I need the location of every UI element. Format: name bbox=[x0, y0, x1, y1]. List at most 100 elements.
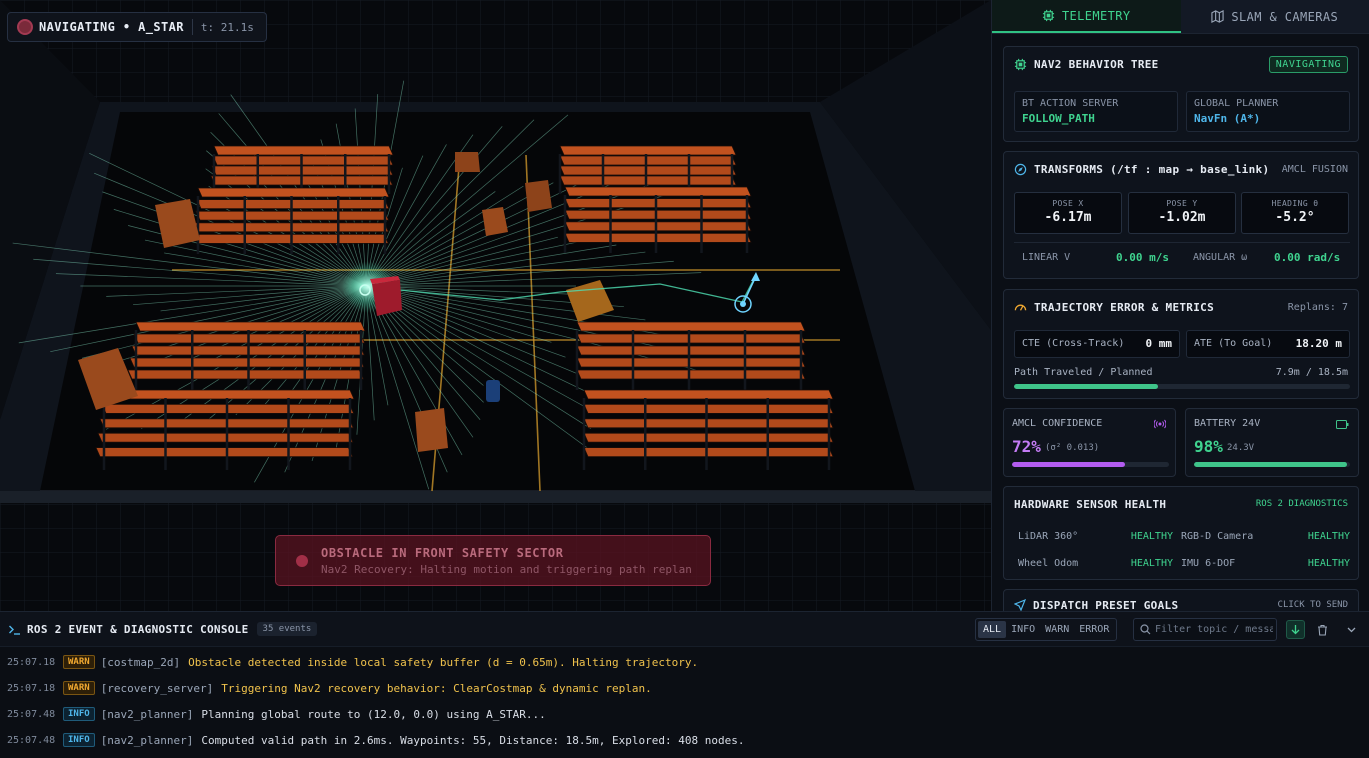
diagnostics-tag: ROS 2 DIAGNOSTICS bbox=[1255, 499, 1348, 509]
log-time: 25:07.18 bbox=[7, 656, 56, 668]
pose-x-value: -6.17m bbox=[1044, 210, 1092, 225]
log-time: 25:07.18 bbox=[7, 682, 56, 694]
transforms-source: AMCL FUSION bbox=[1281, 163, 1348, 175]
dynamic-obstacle bbox=[486, 380, 500, 402]
path-progress-bar bbox=[1014, 384, 1350, 389]
log-source: [costmap_2d] bbox=[100, 655, 181, 669]
bt-action-server: BT ACTION SERVER FOLLOW_PATH bbox=[1014, 91, 1178, 132]
search-icon bbox=[1140, 624, 1151, 635]
linear-velocity-value: 0.00 m/s bbox=[1116, 251, 1169, 264]
trajectory-card: TRAJECTORY ERROR & METRICS Replans: 7 CT… bbox=[1003, 289, 1359, 399]
dispatch-goals-card[interactable]: DISPATCH PRESET GOALS CLICK TO SEND bbox=[1003, 589, 1359, 611]
sensor-name: IMU 6-DOF bbox=[1181, 558, 1236, 569]
log-level-badge: INFO bbox=[63, 707, 95, 721]
signal-icon bbox=[1154, 419, 1166, 429]
sensor-rgbd-camera: RGB-D Camera HEALTHY bbox=[1181, 531, 1358, 542]
heading-value: -5.2° bbox=[1275, 210, 1315, 225]
panel-tabs: TELEMETRY SLAM & CAMERAS bbox=[992, 0, 1369, 34]
sensor-imu: IMU 6-DOF HEALTHY bbox=[1181, 558, 1358, 569]
log-row: 25:07.48 INFO [nav2_planner] Planning gl… bbox=[0, 701, 1369, 727]
sensor-state: HEALTHY bbox=[1307, 531, 1350, 542]
tab-telemetry-label: TELEMETRY bbox=[1061, 8, 1131, 23]
tab-telemetry[interactable]: TELEMETRY bbox=[992, 0, 1181, 33]
bt-action-value: FOLLOW_PATH bbox=[1022, 112, 1095, 125]
battery-bar bbox=[1194, 462, 1350, 467]
behavior-tree-card: NAV2 BEHAVIOR TREE NAVIGATING BT ACTION … bbox=[1003, 46, 1359, 142]
log-source: [recovery_server] bbox=[100, 681, 214, 695]
console-title: ROS 2 EVENT & DIAGNOSTIC CONSOLE bbox=[27, 622, 249, 636]
navigation-status: NAVIGATING • A_STAR t: 21.1s bbox=[7, 12, 267, 42]
warehouse-scene[interactable] bbox=[0, 0, 991, 611]
filter-all[interactable]: ALL bbox=[978, 621, 1007, 638]
3d-viewport[interactable]: NAVIGATING • A_STAR t: 21.1s OBSTACLE IN… bbox=[0, 0, 991, 611]
transforms-title: TRANSFORMS (/tf : map → base_link) bbox=[1034, 162, 1270, 176]
pose-y-box: POSE Y -1.02m bbox=[1128, 192, 1236, 234]
status-divider bbox=[191, 19, 193, 35]
log-row: 25:07.18 WARN [recovery_server] Triggeri… bbox=[0, 675, 1369, 701]
alert-icon bbox=[296, 554, 308, 567]
ate-value: 18.20 m bbox=[1295, 337, 1342, 350]
obstacle-alert: OBSTACLE IN FRONT SAFETY SECTOR Nav2 Rec… bbox=[275, 535, 711, 586]
pose-y-label: POSE Y bbox=[1166, 199, 1198, 208]
amcl-bar-fill bbox=[1012, 462, 1126, 467]
ate-box: ATE (To Goal) 18.20 m bbox=[1186, 330, 1350, 358]
event-count-badge: 35 events bbox=[256, 622, 318, 636]
console-search bbox=[1133, 618, 1277, 641]
global-planner-label: GLOBAL PLANNER bbox=[1194, 98, 1279, 109]
bt-action-label: BT ACTION SERVER bbox=[1022, 98, 1119, 109]
tab-slam-label: SLAM & CAMERAS bbox=[1231, 9, 1339, 24]
pose-x-box: POSE X -6.17m bbox=[1014, 192, 1122, 234]
cpu-icon bbox=[1042, 9, 1055, 22]
dispatch-hint: CLICK TO SEND bbox=[1277, 600, 1348, 610]
trajectory-title: TRAJECTORY ERROR & METRICS bbox=[1034, 300, 1214, 314]
diagnostic-console: ROS 2 EVENT & DIAGNOSTIC CONSOLE 35 even… bbox=[0, 611, 1369, 758]
map-icon bbox=[1211, 10, 1225, 23]
clear-log-button[interactable] bbox=[1313, 620, 1332, 639]
battery-voltage: 24.3V bbox=[1227, 443, 1255, 453]
console-search-input[interactable] bbox=[1155, 624, 1273, 635]
log-row: 25:07.18 WARN [costmap_2d] Obstacle dete… bbox=[0, 649, 1369, 675]
log-message: Planning global route to (12.0, 0.0) usi… bbox=[201, 707, 546, 721]
filter-error[interactable]: ERROR bbox=[1074, 621, 1114, 638]
linear-velocity-label: LINEAR V bbox=[1022, 252, 1071, 263]
alert-subtitle: Nav2 Recovery: Halting motion and trigge… bbox=[321, 562, 692, 576]
battery-value: 98% bbox=[1194, 437, 1223, 456]
telemetry-panel: TELEMETRY SLAM & CAMERAS NAV2 BEHAVIOR T… bbox=[991, 0, 1369, 611]
terminal-icon bbox=[9, 625, 20, 635]
transforms-card: TRANSFORMS (/tf : map → base_link) AMCL … bbox=[1003, 151, 1359, 279]
log-message: Obstacle detected inside local safety bu… bbox=[188, 655, 699, 669]
log-time: 25:07.48 bbox=[7, 734, 56, 746]
log-level-badge: INFO bbox=[63, 733, 95, 747]
sensor-name: Wheel Odom bbox=[1018, 558, 1079, 569]
replans-count: Replans: 7 bbox=[1287, 301, 1348, 313]
collapse-console-button[interactable] bbox=[1342, 620, 1361, 639]
angular-velocity-label: ANGULAR ω bbox=[1193, 252, 1248, 263]
amcl-variance: (σ² 0.013) bbox=[1045, 443, 1100, 453]
compass-icon bbox=[1014, 163, 1027, 175]
chevron-down-icon bbox=[1347, 627, 1356, 633]
global-planner-value: NavFn (A*) bbox=[1194, 112, 1261, 125]
log-time: 25:07.48 bbox=[7, 708, 56, 720]
autoscroll-button[interactable] bbox=[1286, 620, 1305, 639]
filter-warn[interactable]: WARN bbox=[1040, 621, 1074, 638]
behavior-tree-title: NAV2 BEHAVIOR TREE bbox=[1034, 57, 1159, 71]
path-progress-fill bbox=[1014, 384, 1159, 389]
ate-label: ATE (To Goal) bbox=[1194, 338, 1273, 349]
pose-y-value: -1.02m bbox=[1158, 210, 1206, 225]
sim-time: t: 21.1s bbox=[200, 20, 254, 34]
arrow-down-icon bbox=[1291, 625, 1300, 635]
angular-velocity-value: 0.00 rad/s bbox=[1274, 251, 1341, 264]
battery-card: BATTERY 24V 98% 24.3V bbox=[1185, 408, 1359, 477]
dispatch-title: DISPATCH PRESET GOALS bbox=[1033, 598, 1179, 612]
log-source: [nav2_planner] bbox=[100, 733, 194, 747]
console-header: ROS 2 EVENT & DIAGNOSTIC CONSOLE 35 even… bbox=[0, 612, 1369, 647]
sensor-health-grid: LiDAR 360° HEALTHY RGB-D Camera HEALTHY Wh… bbox=[1004, 523, 1358, 577]
trash-icon bbox=[1318, 624, 1327, 636]
filter-info[interactable]: INFO bbox=[1006, 621, 1040, 638]
pose-x-label: POSE X bbox=[1052, 199, 1084, 208]
global-planner: GLOBAL PLANNER NavFn (A*) bbox=[1186, 91, 1350, 132]
tab-slam-cameras[interactable]: SLAM & CAMERAS bbox=[1180, 0, 1369, 33]
sensor-state: HEALTHY bbox=[1130, 558, 1173, 569]
status-indicator-icon bbox=[17, 19, 33, 35]
cte-value: 0 mm bbox=[1145, 337, 1173, 350]
